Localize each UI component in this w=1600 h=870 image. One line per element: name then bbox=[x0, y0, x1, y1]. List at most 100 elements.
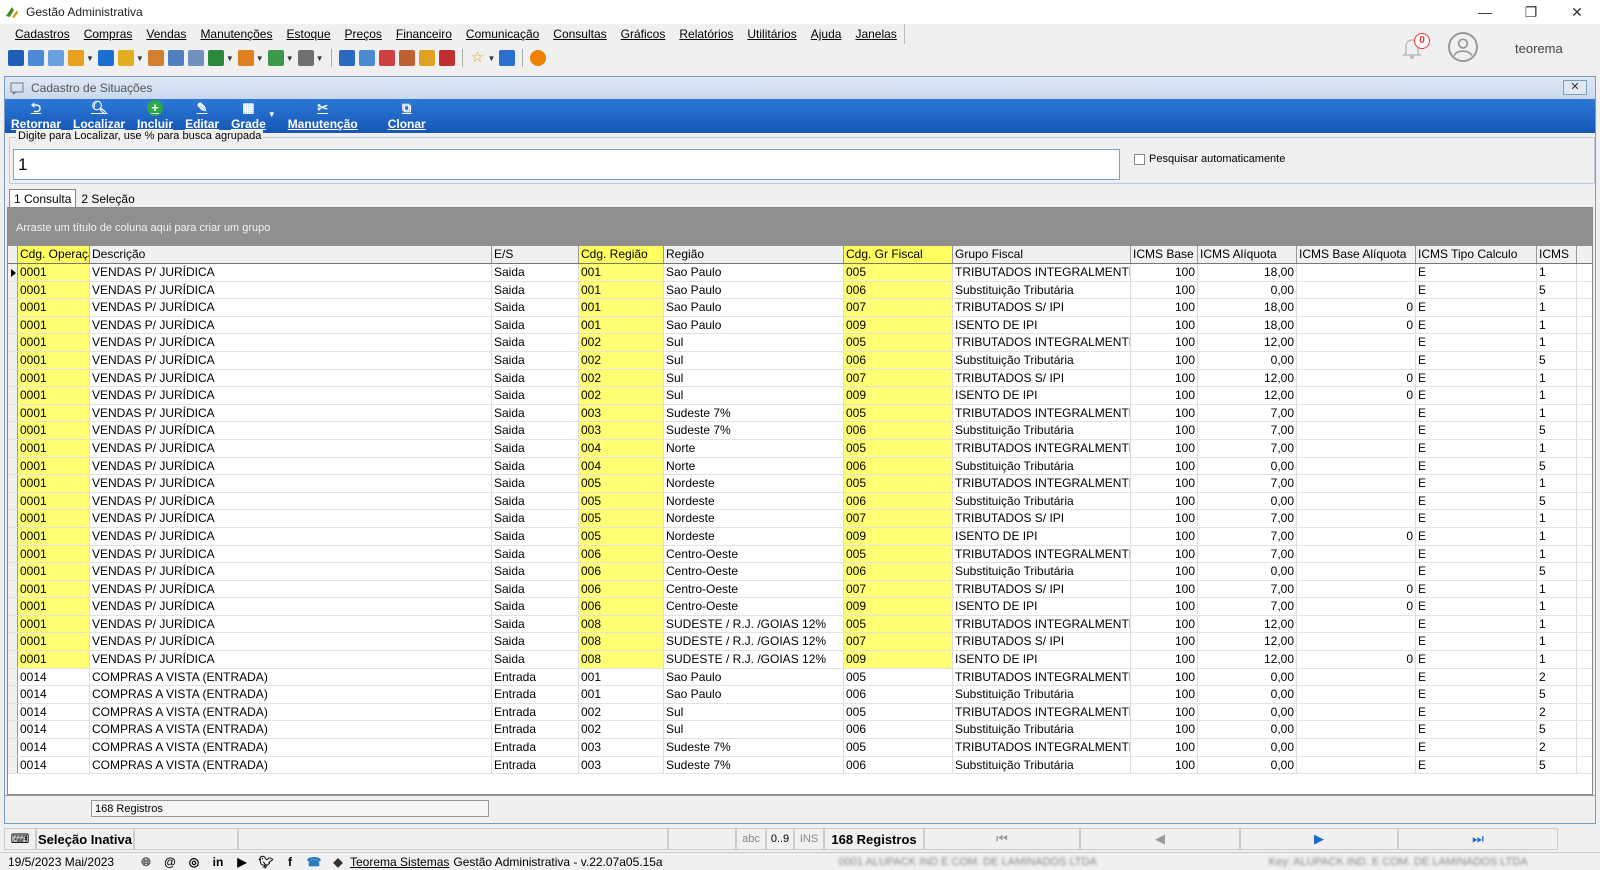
menu-compras[interactable]: Compras bbox=[84, 27, 133, 41]
cell-icms-base[interactable]: 100 bbox=[1131, 351, 1198, 369]
cell-icms[interactable]: 1 bbox=[1537, 334, 1577, 351]
star-icon[interactable]: ☆ bbox=[470, 50, 486, 66]
cell-descricao[interactable]: VENDAS P/ JURÍDICA bbox=[90, 598, 492, 615]
cell-grupo-fiscal[interactable]: Substituição Tributária bbox=[953, 721, 1131, 739]
cell-regiao[interactable]: Norte bbox=[664, 439, 844, 457]
cell-icms-base-aliquota[interactable] bbox=[1297, 475, 1416, 492]
cell-descricao[interactable]: COMPRAS A VISTA (ENTRADA) bbox=[90, 703, 492, 721]
cell-cdg-regiao[interactable]: 003 bbox=[579, 739, 664, 756]
cell-grupo-fiscal[interactable]: TRIBUTADOS S/ IPI bbox=[953, 299, 1131, 316]
cell-icms-aliquota[interactable]: 0,00 bbox=[1198, 281, 1297, 299]
cell-cdg-operacao[interactable]: 0001 bbox=[18, 351, 90, 369]
cell-cdg-regiao[interactable]: 005 bbox=[579, 510, 664, 527]
cell-icms-aliquota[interactable]: 12,00 bbox=[1198, 651, 1297, 668]
cell-icms-tipo-calculo[interactable]: E bbox=[1416, 404, 1537, 422]
tab-consulta[interactable]: 1 Consulta bbox=[9, 189, 77, 207]
cell-grupo-fiscal[interactable]: TRIBUTADOS S/ IPI bbox=[953, 369, 1131, 387]
menu-cadastros[interactable]: Cadastros bbox=[15, 27, 70, 41]
grid-search-icon[interactable] bbox=[438, 50, 455, 66]
cell-cdg-regiao[interactable]: 004 bbox=[579, 457, 664, 475]
cell-descricao[interactable]: VENDAS P/ JURÍDICA bbox=[90, 651, 492, 668]
cell-regiao[interactable]: Sudeste 7% bbox=[664, 739, 844, 756]
incluir-button[interactable]: + Incluir bbox=[137, 100, 173, 133]
cell-icms-aliquota[interactable]: 0,00 bbox=[1198, 351, 1297, 369]
cell-cdg-gr-fiscal[interactable]: 005 bbox=[844, 615, 953, 633]
cell-grupo-fiscal[interactable]: Substituição Tributária bbox=[953, 492, 1131, 510]
cell-icms-base-aliquota[interactable] bbox=[1297, 721, 1416, 739]
cell-regiao[interactable]: Sul bbox=[664, 334, 844, 351]
cell-cdg-gr-fiscal[interactable]: 006 bbox=[844, 721, 953, 739]
cell-icms-base[interactable]: 100 bbox=[1131, 316, 1198, 334]
cell-icms-aliquota[interactable]: 0,00 bbox=[1198, 563, 1297, 580]
menu-ajuda[interactable]: Ajuda bbox=[811, 27, 842, 41]
cell-icms-aliquota[interactable]: 7,00 bbox=[1198, 422, 1297, 439]
menu-estoque[interactable]: Estoque bbox=[286, 27, 330, 41]
cell-icms[interactable]: 1 bbox=[1537, 510, 1577, 527]
cell-icms-base-aliquota[interactable] bbox=[1297, 563, 1416, 580]
box-icon[interactable] bbox=[237, 50, 254, 66]
cell-grupo-fiscal[interactable]: Substituição Tributária bbox=[953, 422, 1131, 439]
cell-cdg-regiao[interactable]: 001 bbox=[579, 668, 664, 686]
cell-icms[interactable]: 2 bbox=[1537, 739, 1577, 756]
cell-descricao[interactable]: COMPRAS A VISTA (ENTRADA) bbox=[90, 739, 492, 756]
cell-icms-base[interactable]: 100 bbox=[1131, 756, 1198, 774]
header-col-cdg-gr-fiscal[interactable]: Cdg. Gr Fiscal bbox=[844, 246, 953, 263]
next-record-button[interactable]: ▶ bbox=[1240, 828, 1398, 850]
cell-icms-tipo-calculo[interactable]: E bbox=[1416, 527, 1537, 545]
cell-regiao[interactable]: SUDESTE / R.J. /GOIAS 12% bbox=[664, 651, 844, 668]
cell-cdg-operacao[interactable]: 0001 bbox=[18, 563, 90, 580]
window-close-button[interactable]: ✕ bbox=[1563, 80, 1587, 95]
cell-icms-tipo-calculo[interactable]: E bbox=[1416, 492, 1537, 510]
cell-icms-aliquota[interactable]: 7,00 bbox=[1198, 598, 1297, 615]
table-row[interactable]: 0001 VENDAS P/ JURÍDICA Saida 001 Sao Paulo 0… bbox=[8, 299, 1592, 317]
cell-cdg-operacao[interactable]: 0001 bbox=[18, 633, 90, 651]
cell-icms-aliquota[interactable]: 7,00 bbox=[1198, 439, 1297, 457]
cell-grupo-fiscal[interactable]: TRIBUTADOS INTEGRALMENTE bbox=[953, 668, 1131, 686]
cell-icms-base[interactable]: 100 bbox=[1131, 633, 1198, 651]
cell-es[interactable]: Saida bbox=[492, 510, 579, 527]
cell-cdg-operacao[interactable]: 0014 bbox=[18, 721, 90, 739]
cell-descricao[interactable]: VENDAS P/ JURÍDICA bbox=[90, 510, 492, 527]
cell-regiao[interactable]: Nordeste bbox=[664, 527, 844, 545]
grade-button[interactable]: ▦ Grade bbox=[231, 100, 266, 133]
table-row[interactable]: 0014 COMPRAS A VISTA (ENTRADA) Entrada 003 S… bbox=[8, 756, 1592, 775]
cell-es[interactable]: Saida bbox=[492, 404, 579, 422]
cell-regiao[interactable]: Centro-Oeste bbox=[664, 545, 844, 563]
cell-icms[interactable]: 5 bbox=[1537, 563, 1577, 580]
retornar-button[interactable]: ⮌ Retornar bbox=[11, 100, 61, 133]
cell-cdg-regiao[interactable]: 006 bbox=[579, 563, 664, 580]
cell-cdg-gr-fiscal[interactable]: 007 bbox=[844, 299, 953, 316]
cell-icms-base-aliquota[interactable]: 0 bbox=[1297, 299, 1416, 316]
table-row[interactable]: 0001 VENDAS P/ JURÍDICA Saida 002 Sul 009 ISEN… bbox=[8, 387, 1592, 405]
cell-cdg-regiao[interactable]: 001 bbox=[579, 299, 664, 316]
cell-es[interactable]: Saida bbox=[492, 492, 579, 510]
table-row[interactable]: 0001 VENDAS P/ JURÍDICA Saida 005 Nordeste 00… bbox=[8, 527, 1592, 546]
cell-cdg-operacao[interactable]: 0001 bbox=[18, 510, 90, 527]
cell-cdg-regiao[interactable]: 001 bbox=[579, 686, 664, 703]
table-row[interactable]: 0001 VENDAS P/ JURÍDICA Saida 008 SUDESTE / … bbox=[8, 633, 1592, 652]
cell-cdg-regiao[interactable]: 002 bbox=[579, 703, 664, 721]
cell-descricao[interactable]: COMPRAS A VISTA (ENTRADA) bbox=[90, 668, 492, 686]
cell-descricao[interactable]: VENDAS P/ JURÍDICA bbox=[90, 316, 492, 334]
cell-icms-base-aliquota[interactable]: 0 bbox=[1297, 580, 1416, 598]
cell-descricao[interactable]: VENDAS P/ JURÍDICA bbox=[90, 580, 492, 598]
menu-consultas[interactable]: Consultas bbox=[553, 27, 606, 41]
cell-icms-base-aliquota[interactable] bbox=[1297, 264, 1416, 281]
dropdown-arrow-icon[interactable]: ▼ bbox=[286, 54, 294, 63]
cell-cdg-operacao[interactable]: 0014 bbox=[18, 686, 90, 703]
cell-icms-base-aliquota[interactable]: 0 bbox=[1297, 369, 1416, 387]
cell-icms[interactable]: 2 bbox=[1537, 703, 1577, 721]
cell-icms[interactable]: 1 bbox=[1537, 264, 1577, 281]
grade-dropdown-icon[interactable]: ▼ bbox=[268, 110, 276, 133]
cell-icms-tipo-calculo[interactable]: E bbox=[1416, 615, 1537, 633]
clonar-button[interactable]: ⧉ Clonar bbox=[388, 100, 426, 133]
cell-cdg-regiao[interactable]: 005 bbox=[579, 475, 664, 492]
cell-icms-base-aliquota[interactable] bbox=[1297, 686, 1416, 703]
menu-utilitarios[interactable]: Utilitários bbox=[747, 27, 796, 41]
table-row[interactable]: 0001 VENDAS P/ JURÍDICA Saida 001 Sao Paulo 0… bbox=[8, 281, 1592, 300]
cell-icms-aliquota[interactable]: 18,00 bbox=[1198, 299, 1297, 316]
cell-cdg-operacao[interactable]: 0001 bbox=[18, 334, 90, 351]
cell-cdg-gr-fiscal[interactable]: 005 bbox=[844, 739, 953, 756]
cell-descricao[interactable]: VENDAS P/ JURÍDICA bbox=[90, 351, 492, 369]
cell-cdg-gr-fiscal[interactable]: 005 bbox=[844, 404, 953, 422]
